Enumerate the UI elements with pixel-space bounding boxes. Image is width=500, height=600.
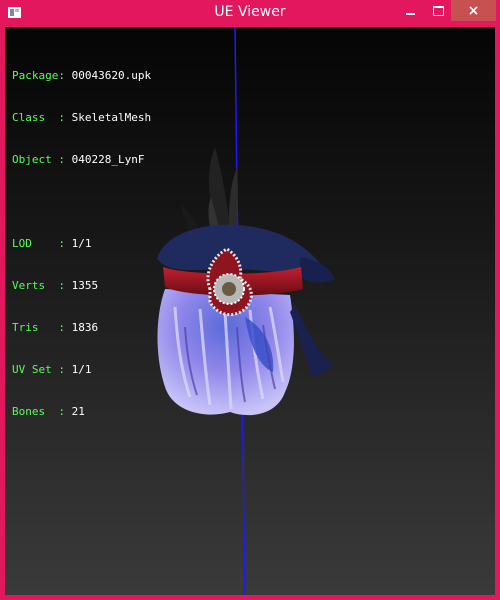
title-bar[interactable]: UE Viewer ×: [0, 0, 500, 27]
ribbon-tail: [290, 305, 333, 376]
maximize-button[interactable]: [425, 0, 451, 21]
minimize-icon: [405, 12, 415, 15]
class-value: SkeletalMesh: [71, 111, 152, 124]
close-button[interactable]: ×: [451, 0, 496, 21]
bones-value: 21: [71, 405, 85, 418]
maximize-icon: [432, 5, 444, 16]
info-label: Tris :: [12, 321, 72, 334]
uvset-value: 1/1: [71, 363, 92, 376]
info-label: UV Set :: [12, 363, 72, 376]
info-label: LOD :: [12, 237, 72, 250]
lod-value: 1/1: [71, 237, 92, 250]
tris-value: 1836: [71, 321, 99, 334]
minimize-button[interactable]: [395, 0, 425, 21]
close-icon: ×: [467, 2, 480, 19]
object-value: 040228_LynF: [71, 153, 145, 166]
package-value: 00043620.upk: [71, 69, 152, 82]
info-label: Verts :: [12, 279, 72, 292]
3d-viewport[interactable]: Package: 00043620.upk Class : SkeletalMe…: [5, 27, 495, 595]
info-label: Object :: [12, 153, 72, 166]
app-window: UE Viewer × Package: 00043620.upk Class …: [0, 0, 500, 600]
info-label: Package:: [12, 69, 72, 82]
info-label: Class :: [12, 111, 72, 124]
mesh-info-panel: Package: 00043620.upk Class : SkeletalMe…: [12, 41, 151, 447]
verts-value: 1355: [71, 279, 99, 292]
ornament-center: [222, 282, 236, 296]
info-label: Bones :: [12, 405, 72, 418]
